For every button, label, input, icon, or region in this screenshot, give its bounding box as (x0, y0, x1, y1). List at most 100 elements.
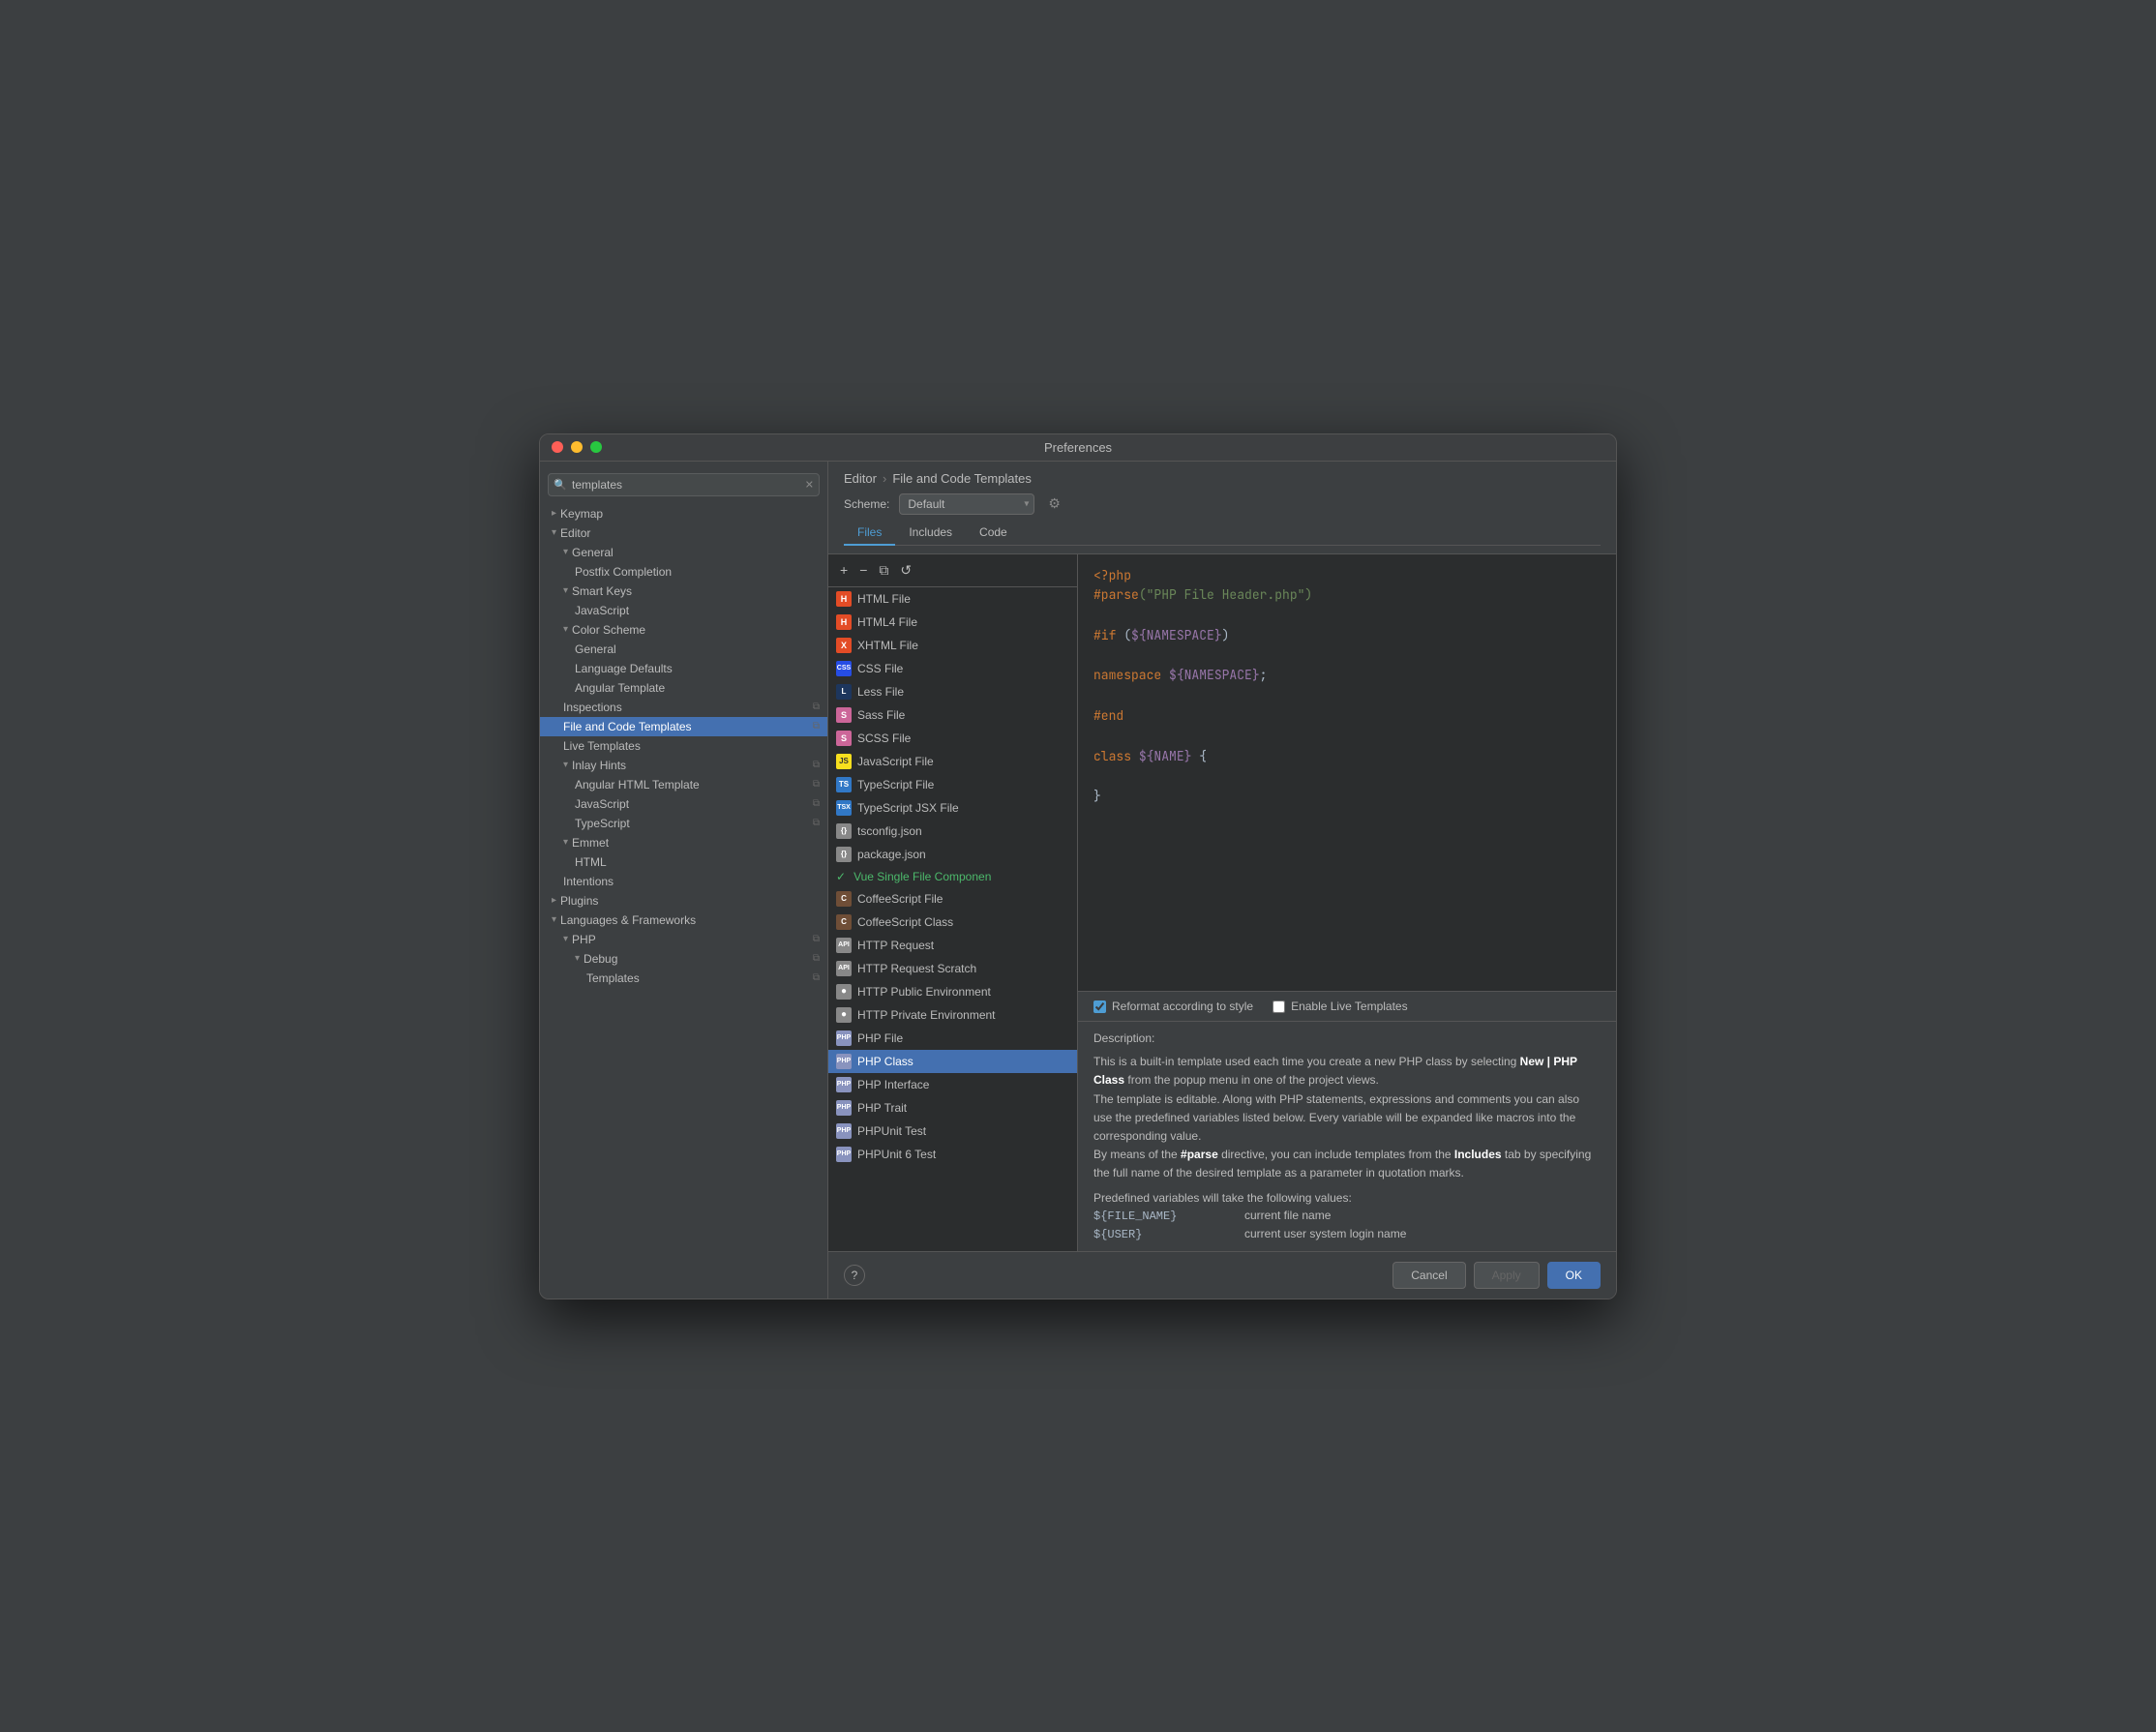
list-item[interactable]: H HTML4 File (828, 611, 1077, 634)
sidebar-item-color-scheme[interactable]: Color Scheme (540, 620, 827, 640)
list-item[interactable]: {} package.json (828, 843, 1077, 866)
live-templates-checkbox[interactable] (1273, 1000, 1285, 1013)
list-item[interactable]: PHP PHP Interface (828, 1073, 1077, 1096)
tab-files[interactable]: Files (844, 521, 895, 546)
scheme-select[interactable]: Default (899, 493, 1034, 515)
sidebar-item-html[interactable]: HTML (540, 852, 827, 872)
coffee-class-label: CoffeeScript Class (857, 915, 953, 929)
sidebar-item-lang-defaults[interactable]: Language Defaults (540, 659, 827, 678)
reformat-checkbox[interactable] (1093, 1000, 1106, 1013)
sidebar-item-general[interactable]: General (540, 543, 827, 562)
maximize-button[interactable] (590, 441, 602, 453)
panel-header: Editor › File and Code Templates Scheme:… (828, 462, 1616, 554)
scheme-gear-button[interactable]: ⚙ (1044, 493, 1064, 514)
predefined-label: Predefined variables will take the follo… (1093, 1191, 1601, 1205)
sidebar-item-lang-defaults-label: Language Defaults (575, 662, 673, 675)
php-arrow (563, 934, 568, 944)
list-item[interactable]: C CoffeeScript File (828, 887, 1077, 911)
sidebar-item-plugins[interactable]: Plugins (540, 891, 827, 911)
sidebar-item-keymap[interactable]: Keymap (540, 504, 827, 523)
http-scratch-icon: API (836, 961, 852, 976)
sidebar-item-angular-template[interactable]: Angular Template (540, 678, 827, 698)
ts-file-label: TypeScript File (857, 778, 934, 791)
list-item[interactable]: API HTTP Request Scratch (828, 957, 1077, 980)
var-row-filename: ${FILE_NAME} current file name (1093, 1209, 1601, 1223)
close-button[interactable] (552, 441, 563, 453)
list-item[interactable]: PHP PHP Trait (828, 1096, 1077, 1120)
package-json-icon: {} (836, 847, 852, 862)
list-item[interactable]: CSS CSS File (828, 657, 1077, 680)
desc-bold3: Includes (1454, 1148, 1502, 1161)
search-input[interactable] (548, 473, 820, 496)
tabs-row: Files Includes Code (844, 521, 1601, 546)
minimize-button[interactable] (571, 441, 583, 453)
sidebar-item-inlay-hints[interactable]: Inlay Hints ⧉ (540, 756, 827, 775)
breadcrumb: Editor › File and Code Templates (844, 471, 1601, 486)
xhtml-file-icon: X (836, 638, 852, 653)
http-private-icon: ● (836, 1007, 852, 1023)
inlay-hints-copy-icon: ⧉ (813, 760, 820, 770)
list-item[interactable]: C CoffeeScript Class (828, 911, 1077, 934)
editor-arrow (552, 527, 556, 538)
list-item[interactable]: ✓ Vue Single File Componen (828, 866, 1077, 887)
sidebar-item-php[interactable]: PHP ⧉ (540, 930, 827, 949)
list-item[interactable]: PHP PHPUnit Test (828, 1120, 1077, 1143)
sidebar-item-cs-general[interactable]: General (540, 640, 827, 659)
sidebar-item-intentions[interactable]: Intentions (540, 872, 827, 891)
sidebar-item-typescript[interactable]: TypeScript ⧉ (540, 814, 827, 833)
help-button[interactable]: ? (844, 1265, 865, 1286)
apply-button[interactable]: Apply (1474, 1262, 1540, 1289)
sidebar-item-languages-frameworks[interactable]: Languages & Frameworks (540, 911, 827, 930)
reformat-checkbox-row[interactable]: Reformat according to style (1093, 1000, 1253, 1013)
list-item[interactable]: TS TypeScript File (828, 773, 1077, 796)
desc-bold2: #parse (1181, 1148, 1218, 1161)
list-item[interactable]: PHP PHPUnit 6 Test (828, 1143, 1077, 1166)
code-editor[interactable]: <?php #parse("PHP File Header.php") #if … (1078, 554, 1616, 992)
sidebar-item-file-code-templates[interactable]: File and Code Templates ⧉ (540, 717, 827, 736)
list-item[interactable]: PHP PHP Class (828, 1050, 1077, 1073)
list-item[interactable]: API HTTP Request (828, 934, 1077, 957)
ok-button[interactable]: OK (1547, 1262, 1601, 1289)
var-desc-filename: current file name (1244, 1209, 1331, 1222)
sidebar-item-inspections[interactable]: Inspections ⧉ (540, 698, 827, 717)
sidebar-item-debug[interactable]: Debug ⧉ (540, 949, 827, 969)
remove-template-button[interactable]: − (855, 560, 871, 580)
list-item[interactable]: TSX TypeScript JSX File (828, 796, 1077, 820)
list-item[interactable]: PHP PHP File (828, 1027, 1077, 1050)
sidebar-item-inspections-label: Inspections (563, 701, 622, 714)
list-item[interactable]: H HTML File (828, 587, 1077, 611)
cancel-button[interactable]: Cancel (1392, 1262, 1465, 1289)
list-item[interactable]: S SCSS File (828, 727, 1077, 750)
reset-template-button[interactable]: ↺ (896, 560, 915, 581)
sidebar-item-postfix[interactable]: Postfix Completion (540, 562, 827, 582)
tab-includes[interactable]: Includes (895, 521, 966, 546)
tab-code[interactable]: Code (966, 521, 1021, 546)
list-item[interactable]: S Sass File (828, 703, 1077, 727)
sidebar-item-javascript[interactable]: JavaScript (540, 601, 827, 620)
typescript-copy-icon: ⧉ (813, 818, 820, 828)
sidebar-item-inlay-js[interactable]: JavaScript ⧉ (540, 794, 827, 814)
php-trait-icon: PHP (836, 1100, 852, 1116)
sidebar-item-javascript-label: JavaScript (575, 604, 629, 617)
code-line-11 (1093, 766, 1601, 787)
tsconfig-icon: {} (836, 823, 852, 839)
add-template-button[interactable]: + (836, 560, 852, 580)
sidebar-item-smart-keys[interactable]: Smart Keys (540, 582, 827, 601)
list-item[interactable]: ● HTTP Private Environment (828, 1003, 1077, 1027)
list-item[interactable]: X XHTML File (828, 634, 1077, 657)
sidebar-item-emmet[interactable]: Emmet (540, 833, 827, 852)
list-item[interactable]: JS JavaScript File (828, 750, 1077, 773)
live-templates-checkbox-row[interactable]: Enable Live Templates (1273, 1000, 1408, 1013)
list-item[interactable]: L Less File (828, 680, 1077, 703)
copy-template-button[interactable]: ⧉ (875, 560, 892, 581)
sidebar-item-templates[interactable]: Templates ⧉ (540, 969, 827, 988)
coffee-file-label: CoffeeScript File (857, 892, 943, 906)
sidebar-item-live-templates[interactable]: Live Templates (540, 736, 827, 756)
search-clear-icon[interactable]: ✕ (805, 478, 814, 491)
sidebar-item-angular-html[interactable]: Angular HTML Template ⧉ (540, 775, 827, 794)
sidebar-item-editor[interactable]: Editor (540, 523, 827, 543)
list-item[interactable]: ● HTTP Public Environment (828, 980, 1077, 1003)
html-file-icon: H (836, 591, 852, 607)
html4-file-icon: H (836, 614, 852, 630)
list-item[interactable]: {} tsconfig.json (828, 820, 1077, 843)
